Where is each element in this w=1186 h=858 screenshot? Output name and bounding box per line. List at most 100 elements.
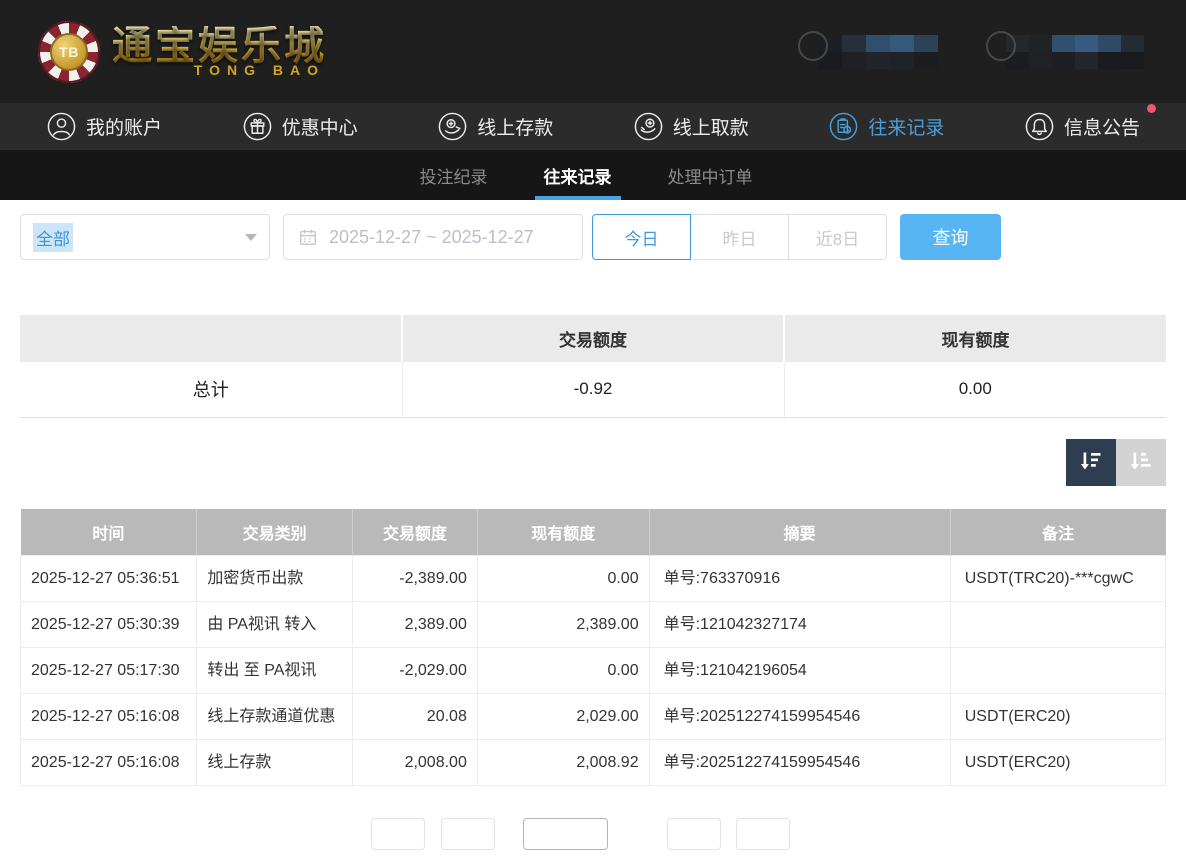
- nav-item-withdraw[interactable]: 线上取款: [633, 111, 749, 142]
- tab-betting-records[interactable]: 投注纪录: [411, 150, 497, 200]
- summary-header-empty: [20, 315, 402, 362]
- nav-item-promotions[interactable]: 优惠中心: [242, 111, 358, 142]
- chevron-down-icon: [245, 234, 257, 241]
- nav-item-transaction-records[interactable]: 往来记录: [828, 111, 944, 142]
- type-select[interactable]: 全部: [20, 214, 270, 260]
- summary-total-row: 总计 -0.92 0.00: [20, 362, 1166, 417]
- censored-user-info-1[interactable]: [798, 35, 938, 69]
- summary-total-label: 总计: [20, 362, 402, 417]
- cell-summary: 单号:121042196054: [649, 648, 950, 694]
- cell-summary: 单号:121042327174: [649, 602, 950, 648]
- cell-remark: [950, 648, 1165, 694]
- summary-header-transaction-amount: 交易额度: [402, 315, 784, 362]
- pagination-button[interactable]: [667, 818, 721, 850]
- pagination: [0, 818, 1186, 858]
- cell-current-amount: 0.00: [477, 648, 649, 694]
- quick-date-buttons: 今日 昨日 近8日: [592, 214, 887, 260]
- cell-time: 2025-12-27 05:36:51: [21, 556, 197, 602]
- col-header-time: 时间: [21, 509, 197, 556]
- filter-bar: 全部 2025-12-27 ~ 2025-12-27 今日 昨日 近8日 查询: [20, 214, 1166, 260]
- censored-user-info-2[interactable]: [986, 35, 1144, 69]
- sort-controls: [20, 439, 1166, 486]
- user-icon: [46, 111, 77, 142]
- cell-transaction-amount: -2,029.00: [353, 648, 478, 694]
- date-range-value: 2025-12-27 ~ 2025-12-27: [329, 227, 534, 248]
- cell-current-amount: 2,008.92: [477, 740, 649, 786]
- today-button[interactable]: 今日: [592, 214, 691, 260]
- transactions-table: 时间 交易类别 交易额度 现有额度 摘要 备注 2025-12-27 05:36…: [20, 509, 1166, 787]
- main-navigation: 我的账户 优惠中心 线上存款 线上取款 往来记录: [0, 103, 1186, 150]
- col-header-current-amount: 现有额度: [477, 509, 649, 556]
- brand-logo[interactable]: TB 通宝娱乐城 TONG BAO: [38, 21, 327, 83]
- tab-pending-orders[interactable]: 处理中订单: [659, 150, 762, 200]
- brand-name: 通宝娱乐城: [112, 26, 327, 66]
- summary-transaction-amount: -0.92: [402, 362, 784, 417]
- type-select-value: 全部: [33, 223, 73, 252]
- records-icon: [828, 111, 859, 142]
- gift-icon: [242, 111, 273, 142]
- pagination-page-select[interactable]: [523, 818, 608, 850]
- pagination-button[interactable]: [736, 818, 790, 850]
- tab-transaction-records[interactable]: 往来记录: [535, 150, 621, 200]
- cell-remark: [950, 602, 1165, 648]
- nav-item-announcements[interactable]: 信息公告: [1024, 111, 1140, 142]
- chip-monogram: TB: [59, 44, 79, 60]
- cell-current-amount: 2,389.00: [477, 602, 649, 648]
- nav-item-deposit[interactable]: 线上存款: [437, 111, 553, 142]
- col-header-transaction-amount: 交易额度: [353, 509, 478, 556]
- cell-current-amount: 2,029.00: [477, 694, 649, 740]
- search-button[interactable]: 查询: [900, 214, 1001, 260]
- sort-ascending-button[interactable]: [1116, 439, 1166, 486]
- summary-table: 交易额度 现有额度 总计 -0.92 0.00: [20, 315, 1166, 418]
- col-header-remark: 备注: [950, 509, 1165, 556]
- cell-summary: 单号:763370916: [649, 556, 950, 602]
- table-row: 2025-12-27 05:16:08 线上存款通道优惠 20.08 2,029…: [21, 694, 1166, 740]
- pixelated-censor-block: [1006, 35, 1144, 69]
- last-8-days-button[interactable]: 近8日: [788, 214, 887, 260]
- record-tabs: 投注纪录 往来记录 处理中订单: [0, 150, 1186, 200]
- summary-header-current-amount: 现有额度: [784, 315, 1166, 362]
- pagination-button[interactable]: [441, 818, 495, 850]
- pixelated-censor-block: [818, 35, 938, 69]
- cell-time: 2025-12-27 05:16:08: [21, 694, 197, 740]
- user-area: [798, 35, 1144, 69]
- user-circle-icon: [986, 31, 1016, 61]
- cell-transaction-amount: 20.08: [353, 694, 478, 740]
- table-row: 2025-12-27 05:30:39 由 PA视讯 转入 2,389.00 2…: [21, 602, 1166, 648]
- nav-item-my-account[interactable]: 我的账户: [46, 111, 162, 142]
- cell-type: 加密货币出款: [197, 556, 353, 602]
- cell-type: 线上存款: [197, 740, 353, 786]
- cell-remark: USDT(TRC20)-***cgwC: [950, 556, 1165, 602]
- table-row: 2025-12-27 05:16:08 线上存款 2,008.00 2,008.…: [21, 740, 1166, 786]
- sort-ascending-icon: [1127, 448, 1155, 476]
- notification-dot: [1147, 104, 1156, 113]
- cell-remark: USDT(ERC20): [950, 694, 1165, 740]
- cell-time: 2025-12-27 05:17:30: [21, 648, 197, 694]
- col-header-summary: 摘要: [649, 509, 950, 556]
- cell-type: 线上存款通道优惠: [197, 694, 353, 740]
- cell-type: 由 PA视讯 转入: [197, 602, 353, 648]
- col-header-transaction-type: 交易类别: [197, 509, 353, 556]
- cell-transaction-amount: -2,389.00: [353, 556, 478, 602]
- casino-chip-icon: TB: [38, 21, 100, 83]
- date-range-input[interactable]: 2025-12-27 ~ 2025-12-27: [283, 214, 583, 260]
- yesterday-button[interactable]: 昨日: [690, 214, 789, 260]
- pagination-button[interactable]: [371, 818, 425, 850]
- withdraw-icon: [633, 111, 664, 142]
- cell-time: 2025-12-27 05:16:08: [21, 740, 197, 786]
- brand-subtitle: TONG BAO: [112, 62, 327, 78]
- cell-transaction-amount: 2,389.00: [353, 602, 478, 648]
- cell-transaction-amount: 2,008.00: [353, 740, 478, 786]
- sort-descending-icon: [1077, 448, 1105, 476]
- table-row: 2025-12-27 05:36:51 加密货币出款 -2,389.00 0.0…: [21, 556, 1166, 602]
- table-row: 2025-12-27 05:17:30 转出 至 PA视讯 -2,029.00 …: [21, 648, 1166, 694]
- cell-type: 转出 至 PA视讯: [197, 648, 353, 694]
- cell-current-amount: 0.00: [477, 556, 649, 602]
- cell-summary: 单号:202512274159954546: [649, 740, 950, 786]
- top-header: TB 通宝娱乐城 TONG BAO: [0, 0, 1186, 103]
- calendar-icon: [298, 227, 318, 247]
- bell-icon: [1024, 111, 1055, 142]
- deposit-icon: [437, 111, 468, 142]
- sort-descending-button[interactable]: [1066, 439, 1116, 486]
- cell-remark: USDT(ERC20): [950, 740, 1165, 786]
